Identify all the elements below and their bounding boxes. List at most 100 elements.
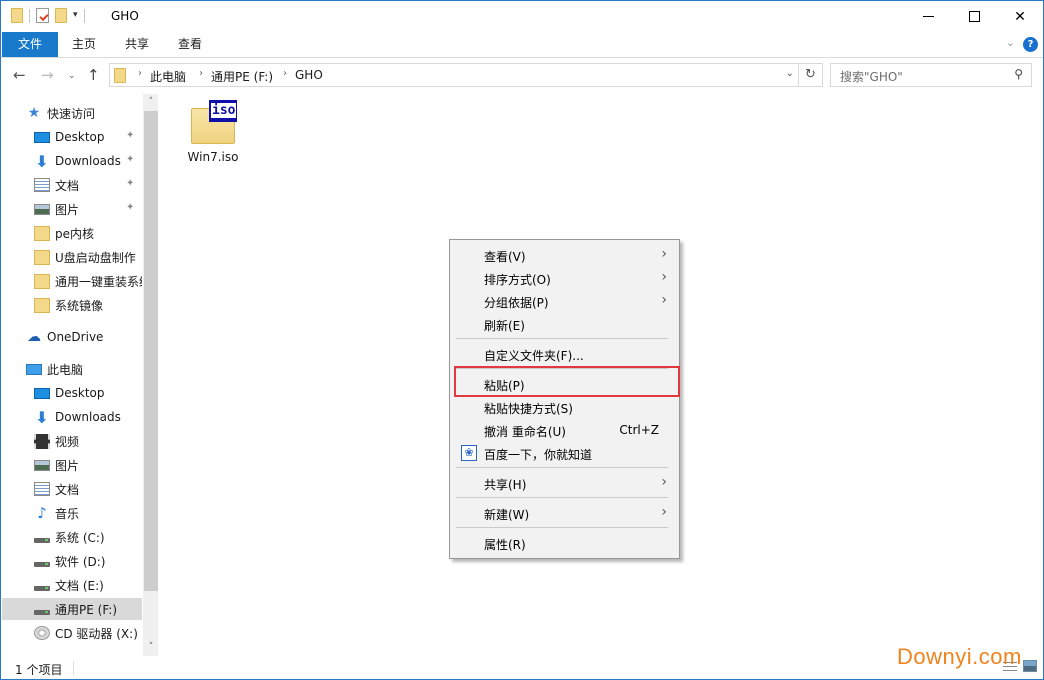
pin-icon[interactable]: ✦	[126, 130, 134, 141]
breadcrumb-separator[interactable]: ›	[283, 68, 287, 79]
menu-item-sort-by[interactable]: 排序方式(O) ›	[452, 267, 677, 289]
pin-icon[interactable]: ✦	[126, 154, 134, 165]
sidebar-item-downloads[interactable]: ⬇ Downloads ✦	[2, 150, 142, 172]
scrollbar-thumb[interactable]	[144, 111, 158, 591]
large-icons-view-icon[interactable]	[1023, 660, 1037, 672]
sidebar-item-label: 系统 (C:)	[55, 530, 105, 545]
tab-share[interactable]: 共享	[116, 32, 158, 57]
menu-item-baidu-search[interactable]: ❀ 百度一下，你就知道	[452, 442, 677, 464]
sidebar-item-drive-c[interactable]: 系统 (C:)	[2, 526, 142, 548]
sidebar-item-documents[interactable]: 文档 ✦	[2, 174, 142, 196]
sidebar-item-system-images[interactable]: 系统镜像	[2, 294, 142, 316]
scroll-up-button[interactable]: ˄	[143, 94, 158, 111]
sidebar-item-usb-boot-maker[interactable]: U盘启动盘制作	[2, 246, 142, 268]
breadcrumb-separator[interactable]: ›	[199, 68, 203, 79]
navigation-pane-scrollbar[interactable]: ˄ ˅	[143, 94, 158, 656]
sidebar-item-label: Desktop	[55, 130, 105, 144]
sidebar-item-pictures[interactable]: 图片 ✦	[2, 198, 142, 220]
sidebar-item-pe-kernel[interactable]: pe内核	[2, 222, 142, 244]
sidebar-item-label: 文档	[55, 178, 80, 193]
search-icon[interactable]: ⚲	[1014, 67, 1023, 81]
sidebar-item-one-click-reinstall[interactable]: 通用一键重装系统	[2, 270, 142, 292]
sidebar-item-drive-f[interactable]: 通用PE (F:)	[2, 598, 142, 620]
expand-ribbon-icon[interactable]: ⌄	[1006, 36, 1015, 49]
title-bar: ▾ GHO ✕	[1, 1, 1043, 32]
music-icon: ♪	[37, 504, 47, 522]
sidebar-item-this-pc[interactable]: 此电脑	[2, 358, 142, 380]
menu-item-refresh[interactable]: 刷新(E)	[452, 313, 677, 335]
tab-file[interactable]: 文件	[2, 32, 58, 57]
sidebar-item-drive-e[interactable]: 文档 (E:)	[2, 574, 142, 596]
sidebar-item-music[interactable]: ♪ 音乐	[2, 502, 142, 524]
divider	[83, 8, 85, 23]
menu-item-customize-folder[interactable]: 自定义文件夹(F)...	[452, 343, 677, 365]
sidebar-item-cd-drive-x[interactable]: CD 驱动器 (X:)	[2, 622, 142, 644]
menu-item-new[interactable]: 新建(W) ›	[452, 502, 677, 524]
address-bar[interactable]: › 此电脑 › 通用PE (F:) › GHO ⌄ ↻	[109, 63, 823, 87]
new-folder-icon[interactable]	[55, 8, 67, 23]
customize-toolbar-dropdown[interactable]: ▾	[73, 11, 78, 20]
breadcrumb-drive-f[interactable]: 通用PE (F:)	[211, 68, 273, 85]
tab-view[interactable]: 查看	[169, 32, 211, 57]
folder-icon	[34, 273, 50, 289]
star-icon: ★	[27, 105, 41, 121]
breadcrumb-gho[interactable]: GHO	[295, 68, 323, 82]
up-button[interactable]: ↑	[87, 66, 100, 84]
sidebar-item-pc-pictures[interactable]: 图片	[2, 454, 142, 476]
file-name: Win7.iso	[187, 150, 239, 164]
minimize-icon	[922, 16, 934, 17]
menu-item-view[interactable]: 查看(V) ›	[452, 244, 677, 266]
recent-locations-button[interactable]: ⌄	[68, 71, 76, 81]
menu-separator	[456, 497, 668, 498]
cd-drive-icon	[34, 626, 50, 640]
menu-item-undo-rename[interactable]: 撤消 重命名(U) Ctrl+Z	[452, 419, 677, 441]
sidebar-item-pc-documents[interactable]: 文档	[2, 478, 142, 500]
sidebar-item-label: pe内核	[55, 226, 95, 241]
ribbon-tabs: 文件 主页 共享 查看 ⌄ ?	[1, 32, 1043, 58]
file-item-win7-iso[interactable]: iso Win7.iso	[181, 98, 245, 164]
sidebar-item-drive-d[interactable]: 软件 (D:)	[2, 550, 142, 572]
scroll-down-button[interactable]: ˅	[143, 639, 158, 656]
status-bar: 1 个项目	[1, 656, 1043, 680]
menu-item-properties[interactable]: 属性(R)	[452, 532, 677, 554]
menu-item-group-by[interactable]: 分组依据(P) ›	[452, 290, 677, 312]
close-button[interactable]: ✕	[997, 1, 1043, 32]
sidebar-item-onedrive[interactable]: ☁ OneDrive	[2, 326, 142, 348]
sidebar-item-pc-downloads[interactable]: ⬇ Downloads	[2, 406, 142, 428]
sidebar-item-videos[interactable]: 视频	[2, 430, 142, 452]
sidebar-item-label: 文档 (E:)	[55, 578, 104, 593]
tab-home[interactable]: 主页	[63, 32, 105, 57]
menu-item-share[interactable]: 共享(H) ›	[452, 472, 677, 494]
forward-button[interactable]: →	[41, 66, 54, 84]
sidebar-item-desktop[interactable]: Desktop ✦	[2, 126, 142, 148]
breadcrumb-separator[interactable]: ›	[138, 68, 142, 79]
drive-icon	[34, 585, 50, 591]
system-drive-icon	[34, 537, 50, 543]
search-box[interactable]: 搜索"GHO" ⚲	[830, 63, 1032, 87]
pin-icon[interactable]: ✦	[126, 202, 134, 213]
document-icon	[34, 178, 50, 192]
pin-icon[interactable]: ✦	[126, 178, 134, 189]
sidebar-item-label: Desktop	[55, 386, 105, 400]
search-input[interactable]: 搜索"GHO"	[840, 68, 903, 85]
help-icon[interactable]: ?	[1023, 37, 1038, 52]
minimize-button[interactable]	[905, 1, 951, 32]
shortcut-label: Ctrl+Z	[619, 423, 659, 437]
sidebar-item-pc-desktop[interactable]: Desktop	[2, 382, 142, 404]
menu-item-paste-shortcut[interactable]: 粘贴快捷方式(S)	[452, 396, 677, 418]
address-dropdown-icon[interactable]: ⌄	[786, 68, 794, 79]
iso-badge: iso	[209, 100, 237, 122]
context-menu: 查看(V) › 排序方式(O) › 分组依据(P) › 刷新(E) 自定义文件夹…	[449, 239, 680, 559]
refresh-button[interactable]: ↻	[798, 64, 822, 86]
breadcrumb-this-pc[interactable]: 此电脑	[150, 68, 186, 85]
navigation-pane: ★ 快速访问 Desktop ✦ ⬇ Downloads ✦ 文档 ✦ 图片 ✦…	[2, 94, 158, 656]
sidebar-item-label: 音乐	[55, 506, 80, 521]
divider	[73, 661, 74, 675]
properties-icon[interactable]	[36, 8, 49, 23]
back-button[interactable]: ←	[13, 66, 26, 84]
menu-separator	[456, 527, 668, 528]
sidebar-item-label: 快速访问	[47, 106, 96, 121]
sidebar-item-label: 图片	[55, 202, 80, 217]
sidebar-item-quick-access[interactable]: ★ 快速访问	[2, 102, 142, 124]
maximize-button[interactable]	[951, 1, 997, 32]
